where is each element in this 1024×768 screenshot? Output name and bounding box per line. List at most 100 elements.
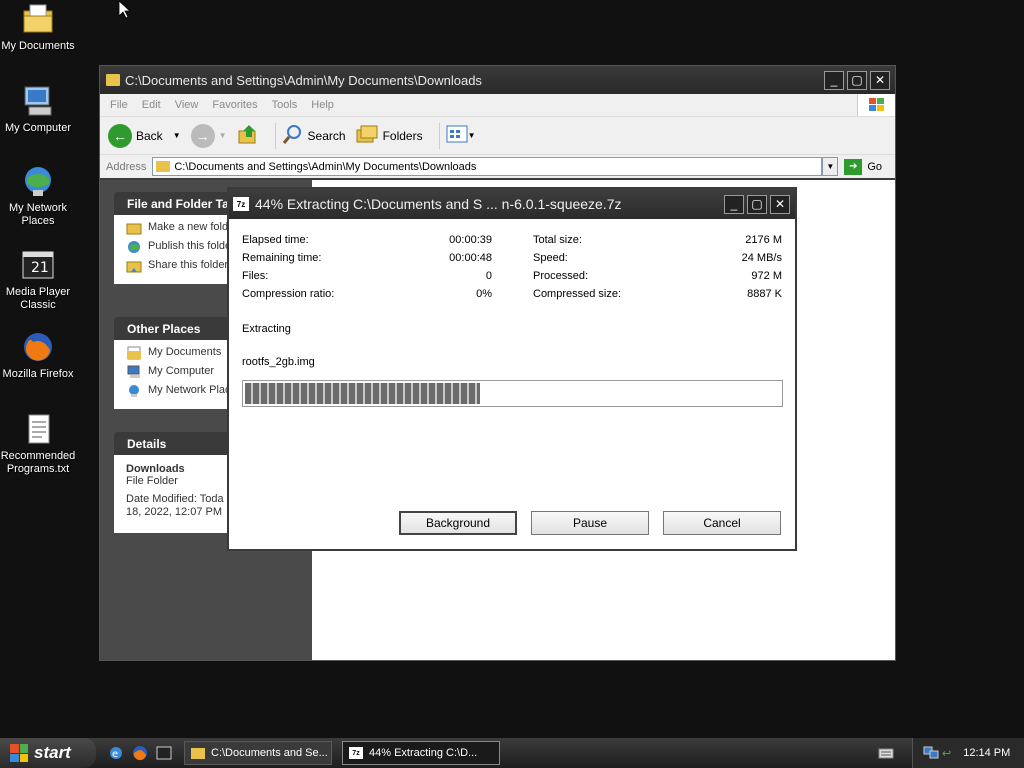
start-button[interactable]: start xyxy=(0,738,96,768)
my-documents-icon xyxy=(126,346,142,360)
stat-key: Files: xyxy=(242,270,269,282)
desktop-icon-label: Recommended Programs.txt xyxy=(0,450,76,475)
menu-favorites[interactable]: Favorites xyxy=(212,99,257,111)
stat-value: 2176 M xyxy=(745,234,782,246)
toolbar-divider xyxy=(274,122,276,149)
media-player-icon: 21 xyxy=(21,248,55,282)
desktop-icon-network-places[interactable]: My Network Places xyxy=(0,164,76,228)
explorer-title-bar[interactable]: C:\Documents and Settings\Admin\My Docum… xyxy=(100,66,895,94)
forward-dropdown-icon[interactable]: ▼ xyxy=(219,131,227,140)
desktop-icon-my-documents[interactable]: My Documents xyxy=(0,2,76,53)
background-button[interactable]: Background xyxy=(399,511,517,535)
desktop-icon-recommended-programs[interactable]: Recommended Programs.txt xyxy=(0,412,76,476)
stat-value: 00:00:39 xyxy=(449,234,492,246)
keyboard-icon[interactable] xyxy=(878,746,894,763)
address-label: Address xyxy=(106,160,147,173)
minimize-button[interactable]: _ xyxy=(824,70,844,90)
cancel-button[interactable]: Cancel xyxy=(663,511,781,535)
back-label: Back xyxy=(136,128,163,143)
7zip-icon: 7z xyxy=(349,747,363,759)
folders-icon xyxy=(356,124,378,147)
folders-button[interactable]: Folders xyxy=(356,124,423,147)
windows-logo-icon xyxy=(10,744,28,762)
current-file-name: rootfs_2gb.img xyxy=(242,356,315,368)
media-player-icon[interactable] xyxy=(156,745,172,761)
address-input[interactable]: C:\Documents and Settings\Admin\My Docum… xyxy=(152,157,823,176)
place-label: My Computer xyxy=(148,365,215,377)
desktop-icon-firefox[interactable]: Mozilla Firefox xyxy=(0,330,76,381)
go-label: Go xyxy=(867,160,883,173)
tray-arrow-icon[interactable]: ↩ xyxy=(942,747,951,760)
stat-key: Processed: xyxy=(533,270,589,282)
maximize-button[interactable]: ▢ xyxy=(747,194,767,214)
desktop-icon-label: My Computer xyxy=(4,122,72,134)
menu-tools[interactable]: Tools xyxy=(272,99,298,111)
task-label: Share this folder xyxy=(148,259,229,271)
menu-edit[interactable]: Edit xyxy=(142,99,161,111)
computer-icon xyxy=(21,84,55,118)
toolbar-divider xyxy=(438,122,440,149)
address-dropdown-button[interactable]: ▼ xyxy=(822,157,839,176)
mouse-cursor-icon xyxy=(118,0,130,19)
stat-key: Compression ratio: xyxy=(242,288,335,300)
svg-text:e: e xyxy=(112,749,118,760)
pause-button[interactable]: Pause xyxy=(531,511,649,535)
taskbar-item-7zip[interactable]: 7z 44% Extracting C:\D... xyxy=(342,741,500,765)
close-button[interactable]: ✕ xyxy=(770,194,790,214)
stat-value: 24 MB/s xyxy=(741,252,782,264)
desktop-icon-my-computer[interactable]: My Computer xyxy=(0,84,76,135)
forward-button[interactable]: → ▼ xyxy=(190,123,227,148)
svg-text:21: 21 xyxy=(31,260,49,276)
forward-arrow-icon: → xyxy=(190,123,215,148)
address-value: C:\Documents and Settings\Admin\My Docum… xyxy=(174,160,477,173)
taskbar-item-explorer[interactable]: C:\Documents and Se... xyxy=(184,741,332,765)
folder-icon xyxy=(191,747,205,759)
progress-bar xyxy=(242,380,783,407)
task-label: Make a new fold xyxy=(148,221,229,233)
close-button[interactable]: ✕ xyxy=(870,70,890,90)
extraction-status: Extracting xyxy=(242,323,291,335)
desktop-icon-label: Media Player Classic xyxy=(5,286,71,311)
network-tray-icon[interactable] xyxy=(923,744,939,763)
search-button[interactable]: Search xyxy=(282,123,346,148)
search-icon xyxy=(282,123,304,148)
system-tray: ↩ 12:14 PM xyxy=(912,738,1024,768)
back-button[interactable]: ← Back ▼ xyxy=(108,123,181,148)
ie-icon[interactable]: e xyxy=(108,745,124,761)
globe-icon xyxy=(126,240,142,254)
back-dropdown-icon[interactable]: ▼ xyxy=(173,131,181,140)
folders-label: Folders xyxy=(382,128,423,143)
up-folder-button[interactable] xyxy=(237,123,259,148)
go-arrow-icon: ➔ xyxy=(844,158,863,175)
explorer-title: C:\Documents and Settings\Admin\My Docum… xyxy=(125,72,482,88)
menu-file[interactable]: File xyxy=(110,99,128,111)
text-file-icon xyxy=(21,412,55,446)
search-label: Search xyxy=(307,128,346,143)
desktop-icon-media-player[interactable]: 21 Media Player Classic xyxy=(0,248,76,312)
clock[interactable]: 12:14 PM xyxy=(963,747,1010,759)
maximize-button[interactable]: ▢ xyxy=(847,70,867,90)
menu-bar: File Edit View Favorites Tools Help xyxy=(100,94,895,116)
extraction-dialog: 7z 44% Extracting C:\Documents and S ...… xyxy=(227,187,797,551)
views-button[interactable]: ▼ xyxy=(446,125,476,146)
quick-launch: e xyxy=(108,745,172,761)
stat-key: Compressed size: xyxy=(533,288,622,300)
menu-help[interactable]: Help xyxy=(311,99,334,111)
stat-key: Elapsed time: xyxy=(242,234,309,246)
go-button[interactable]: ➔ Go xyxy=(844,158,883,175)
computer-icon xyxy=(126,365,142,379)
firefox-icon[interactable] xyxy=(132,745,148,761)
menu-view[interactable]: View xyxy=(175,99,199,111)
stat-value: 972 M xyxy=(751,270,782,282)
minimize-button[interactable]: _ xyxy=(724,194,744,214)
stat-value: 0 xyxy=(485,270,492,282)
windows-logo-icon xyxy=(857,94,895,116)
details-modified: Date Modified: Toda 18, 2022, 12:07 PM xyxy=(126,493,224,518)
taskbar-item-label: C:\Documents and Se... xyxy=(211,747,328,759)
dialog-title-bar[interactable]: 7z 44% Extracting C:\Documents and S ...… xyxy=(229,189,795,219)
stat-key: Speed: xyxy=(533,252,568,264)
place-label: My Documents xyxy=(148,346,222,358)
views-dropdown-icon: ▼ xyxy=(467,131,476,140)
folder-icon xyxy=(156,161,171,172)
network-globe-icon xyxy=(21,164,55,198)
